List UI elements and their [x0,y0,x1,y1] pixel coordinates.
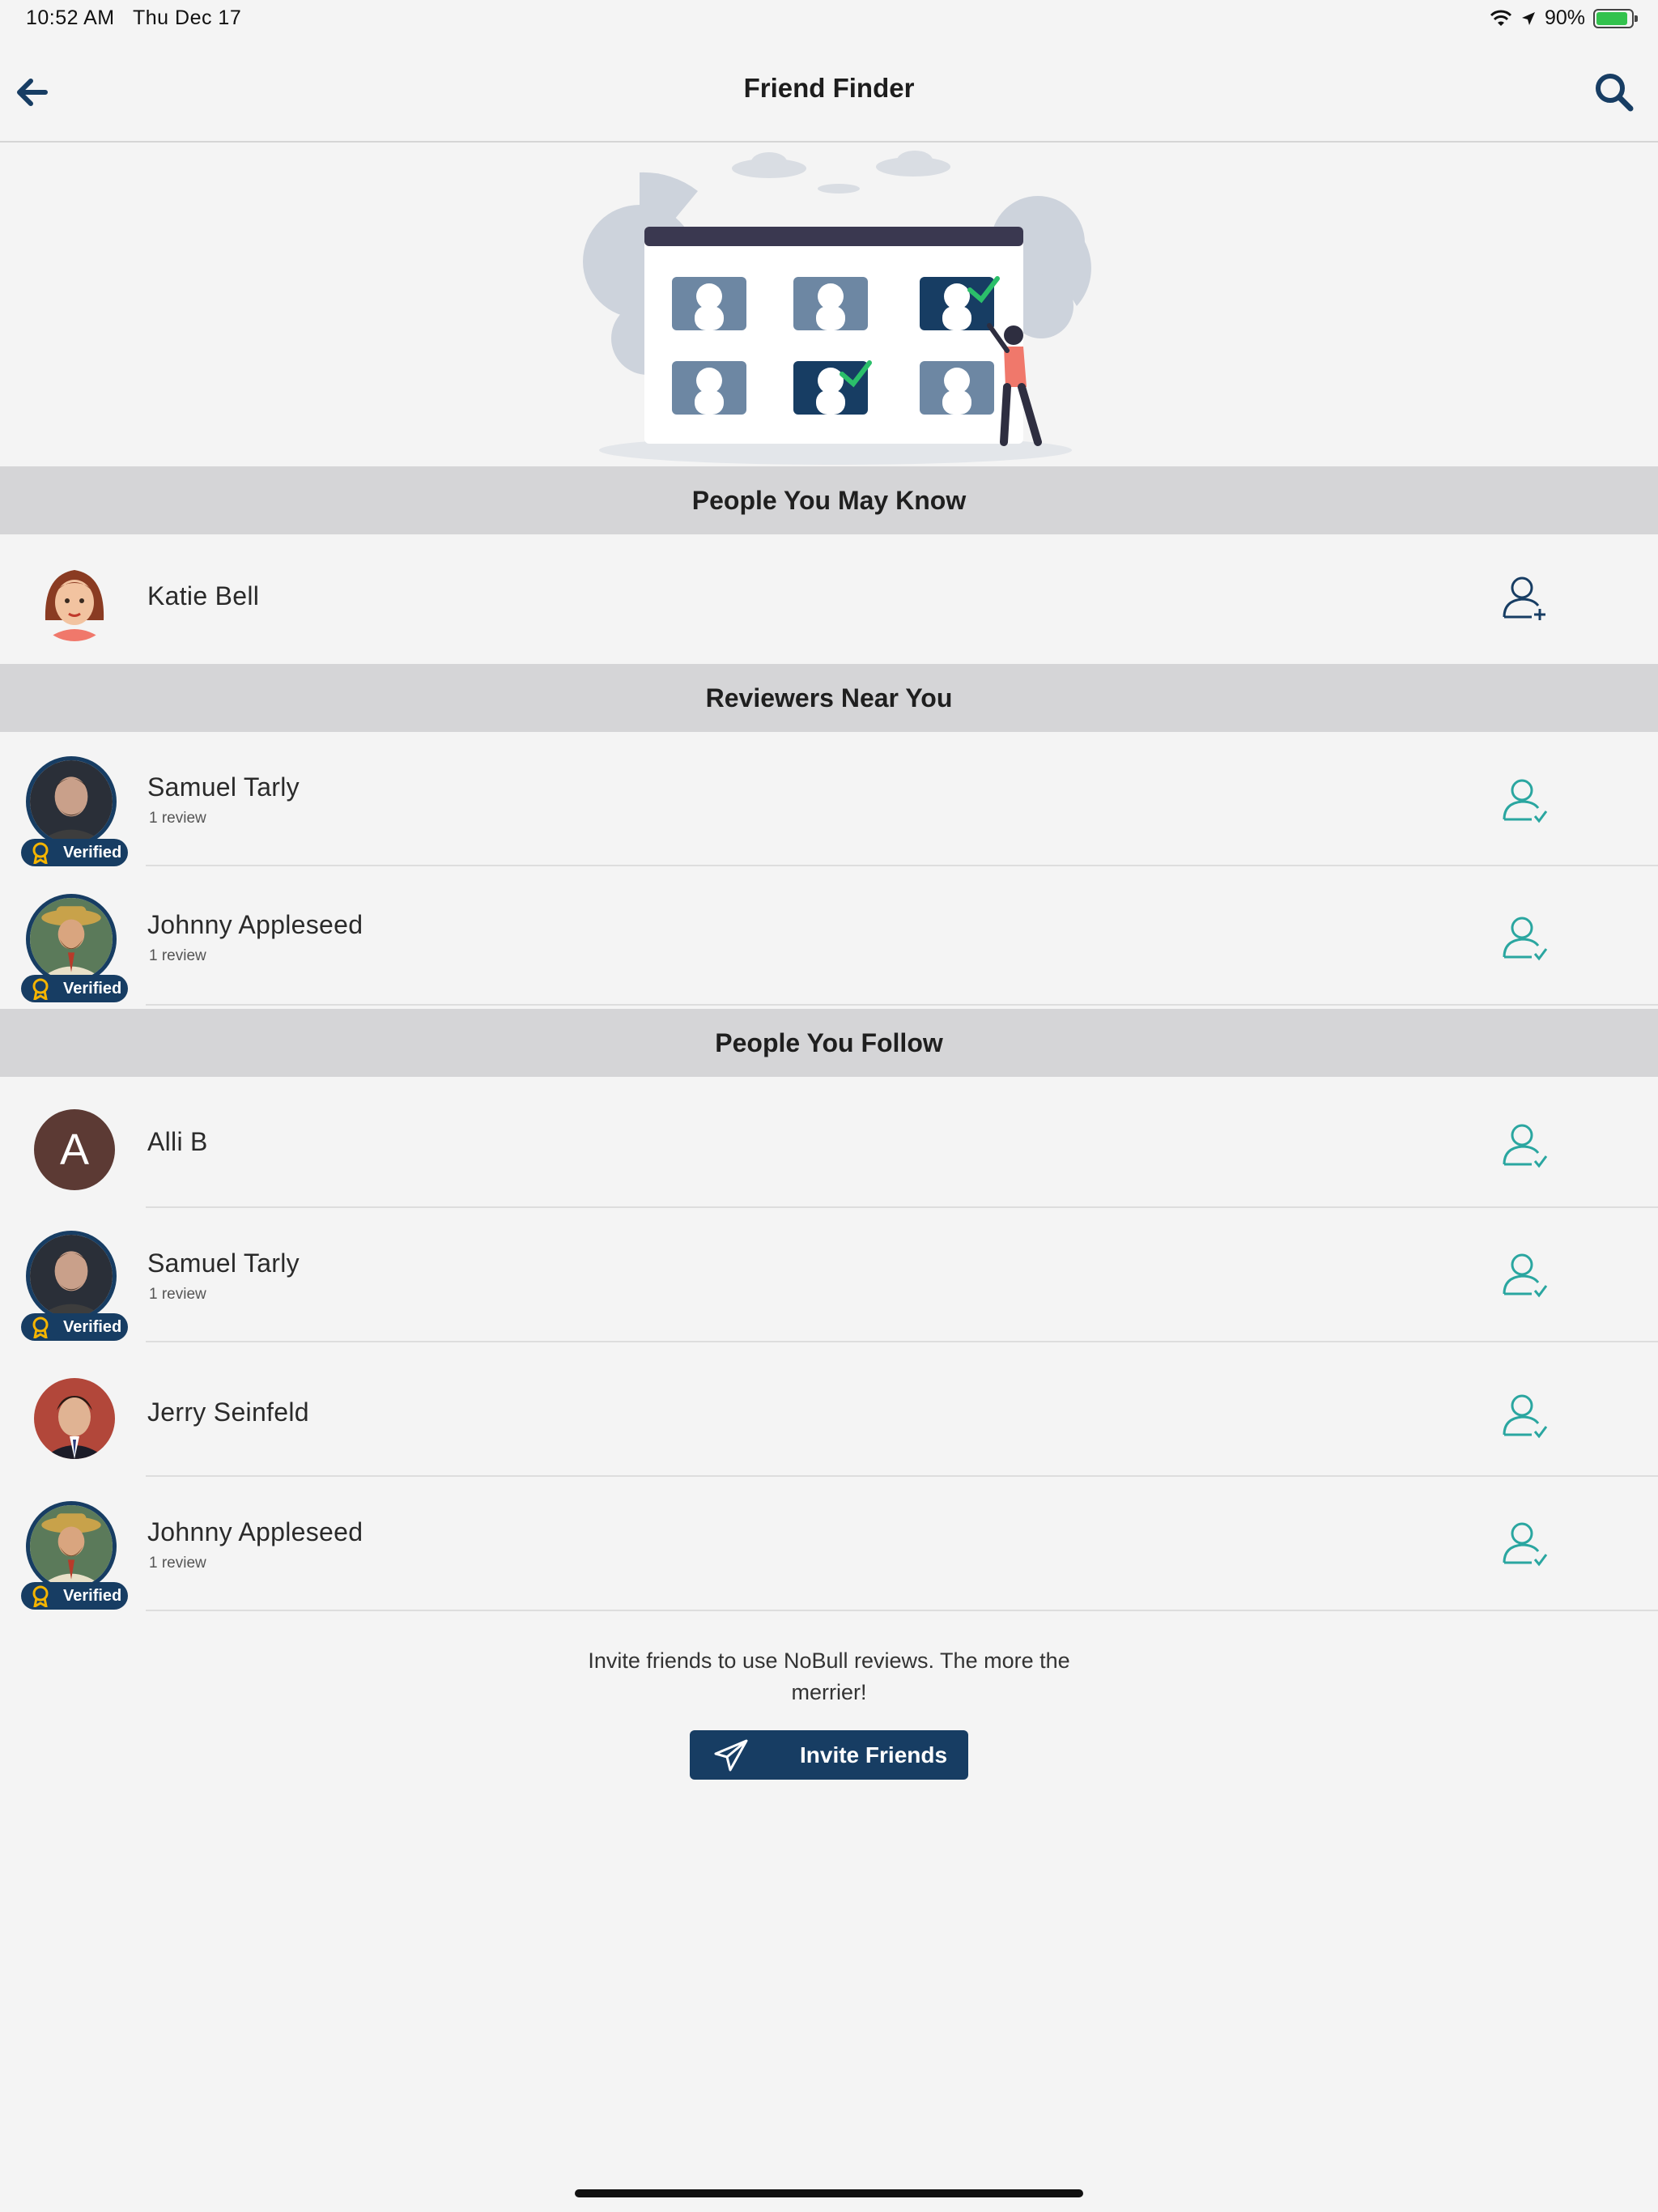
section-header-near-you: Reviewers Near You [0,664,1658,732]
award-ribbon-icon [32,1585,49,1607]
following-check-icon[interactable] [1499,774,1551,826]
wifi-icon [1490,10,1512,26]
invite-message: Invite friends to use NoBull reviews. Th… [588,1648,1070,1704]
person-name: Johnny Appleseed [147,910,363,939]
row-divider [146,1610,1658,1611]
date-text: Thu Dec 17 [132,6,242,29]
following-check-icon[interactable] [1499,1389,1551,1441]
invite-friends-label: Invite Friends [800,1742,948,1767]
verified-badge: Verified [21,1582,128,1610]
verified-badge: Verified [21,1313,128,1341]
list-item[interactable]: Verified Johnny Appleseed 1 review [0,1477,1658,1611]
verified-label: Verified [63,1586,122,1605]
following-check-icon[interactable] [1499,912,1551,963]
list-item[interactable]: Jerry Seinfeld [0,1342,1658,1477]
avatar [34,560,115,641]
status-icons: 90% [1490,6,1638,30]
paper-plane-icon [714,1739,748,1772]
avatar [26,756,117,847]
add-friend-icon[interactable] [1499,572,1551,623]
time-text: 10:52 AM [26,6,115,29]
invite-friends-button[interactable]: Invite Friends [690,1730,968,1780]
list-item[interactable]: Verified Samuel Tarly 1 review [0,1208,1658,1342]
list-item[interactable]: A Alli B [0,1078,1658,1208]
following-check-icon[interactable] [1499,1249,1551,1300]
list-item[interactable]: Verified Johnny Appleseed 1 review [0,866,1658,1006]
battery-level-fill [1596,11,1627,25]
person-name: Johnny Appleseed [147,1517,363,1546]
person-name: Jerry Seinfeld [147,1397,309,1427]
avatar [26,1231,117,1321]
section-header-follow: People You Follow [0,1009,1658,1077]
following-check-icon[interactable] [1499,1517,1551,1569]
avatar: A [34,1109,115,1190]
verified-label: Verified [63,1317,122,1336]
verified-label: Verified [63,979,122,998]
award-ribbon-icon [32,1317,49,1338]
home-indicator[interactable] [575,2189,1083,2197]
review-count: 1 review [149,947,206,964]
verified-badge: Verified [21,975,128,1002]
award-ribbon-icon [32,978,49,1000]
person-name: Samuel Tarly [147,772,300,802]
verified-badge: Verified [21,839,128,866]
section-header-may-know: People You May Know [0,466,1658,534]
battery-charging-icon [1593,8,1638,28]
person-name: Samuel Tarly [147,1249,300,1278]
nav-bar: Friend Finder [0,39,1658,143]
review-count: 1 review [149,1555,206,1572]
row-divider [146,1004,1658,1006]
person-name: Katie Bell [147,581,260,610]
battery-percent: 90% [1544,6,1585,29]
verified-label: Verified [63,843,122,861]
avatar [26,1501,117,1592]
list-item[interactable]: Verified Samuel Tarly 1 review [0,732,1658,866]
status-bar: 10:52 AM Thu Dec 17 90% [0,0,1658,39]
page-title: Friend Finder [743,73,915,103]
friend-finder-illustration [583,151,1091,465]
avatar [26,894,117,985]
following-check-icon[interactable] [1499,1119,1551,1171]
award-ribbon-icon [32,842,49,864]
review-count: 1 review [149,810,206,827]
list-item[interactable]: Katie Bell [0,534,1658,662]
search-icon[interactable] [1592,70,1637,115]
avatar [34,1378,115,1459]
review-count: 1 review [149,1286,206,1303]
status-time: 10:52 AM Thu Dec 17 [26,6,241,30]
location-arrow-icon [1521,11,1535,25]
person-name: Alli B [147,1127,208,1156]
